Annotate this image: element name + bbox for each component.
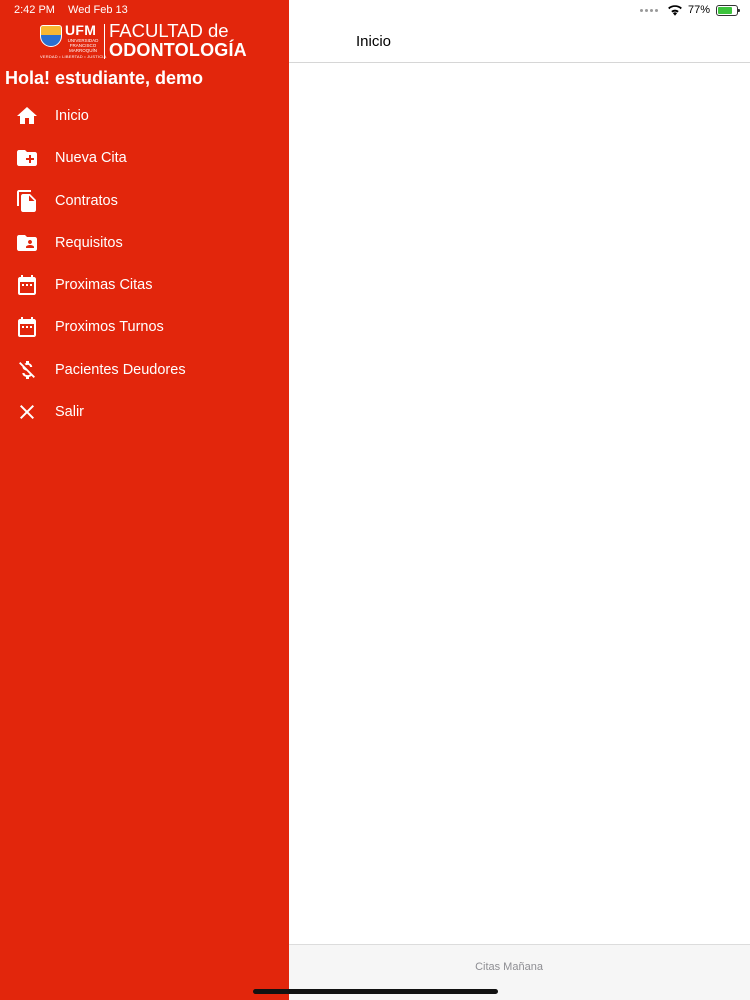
logo-faculty-line2: ODONTOLOGÍA (109, 40, 247, 60)
page-title: Inicio (356, 33, 392, 50)
ufm-shield-icon (40, 25, 62, 47)
sidebar-item-label: Proximas Citas (55, 277, 153, 294)
tab-citas-manana[interactable]: Citas Mañana (289, 961, 729, 973)
navigation-bar: Inicio (289, 18, 750, 63)
folder-user-icon (15, 231, 39, 255)
wifi-icon (668, 4, 682, 16)
greeting-text: Hola! estudiante, demo (5, 68, 204, 88)
sidebar-item-contratos[interactable]: Contratos (0, 180, 289, 222)
battery-fill (718, 6, 732, 14)
sidebar-drawer: 2:42 PM Wed Feb 13 UFM UNIVERSIDAD FRANC… (0, 0, 289, 1000)
sidebar-item-label: Salir (55, 404, 85, 421)
home-icon (15, 104, 39, 128)
sidebar-item-pacientes-deudores[interactable]: Pacientes Deudores (0, 349, 289, 391)
logo-faculty-line1: FACULTAD de (109, 20, 229, 41)
logo-divider (104, 24, 105, 59)
battery-icon (716, 4, 740, 16)
logo-ufm-text: UFM (65, 22, 97, 38)
money-off-icon (15, 358, 39, 382)
battery-percent: 77% (687, 4, 710, 16)
sidebar-item-label: Proximos Turnos (55, 319, 164, 336)
sidebar-item-label: Pacientes Deudores (55, 361, 186, 378)
sidebar-item-inicio[interactable]: Inicio (0, 95, 289, 137)
faculty-logo: UFM UNIVERSIDAD FRANCISCO MARROQUÍN VERD… (40, 20, 252, 61)
sidebar-item-label: Requisitos (55, 234, 123, 251)
sidebar-item-proximas-citas[interactable]: Proximas Citas (0, 264, 289, 306)
sidebar-item-label: Nueva Cita (55, 150, 127, 167)
sidebar-item-nueva-cita[interactable]: Nueva Cita (0, 137, 289, 179)
sidebar-item-label: Contratos (55, 192, 118, 209)
calendar-icon (15, 273, 39, 297)
sidebar-menu: Inicio Nueva Cita Contratos Requisitos P… (0, 95, 289, 433)
calendar-icon (15, 315, 39, 339)
status-bar-right: 77% (639, 3, 740, 17)
sidebar-item-proximos-turnos[interactable]: Proximos Turnos (0, 306, 289, 348)
status-bar-left: 2:42 PM Wed Feb 13 (14, 4, 128, 16)
logo-university-text: UNIVERSIDAD FRANCISCO MARROQUÍN (67, 38, 99, 53)
sidebar-item-label: Inicio (55, 108, 89, 124)
sidebar-item-salir[interactable]: Salir (0, 391, 289, 433)
status-time: 2:42 PM (14, 4, 55, 16)
copy-icon (15, 189, 39, 213)
close-icon (15, 400, 39, 424)
home-indicator (253, 989, 498, 994)
signal-dots-icon (639, 8, 658, 12)
folder-add-icon (15, 146, 39, 170)
logo-motto-text: VERDAD • LIBERTAD • JUSTICIA (40, 54, 107, 59)
sidebar-item-requisitos[interactable]: Requisitos (0, 222, 289, 264)
status-date: Wed Feb 13 (68, 4, 128, 16)
